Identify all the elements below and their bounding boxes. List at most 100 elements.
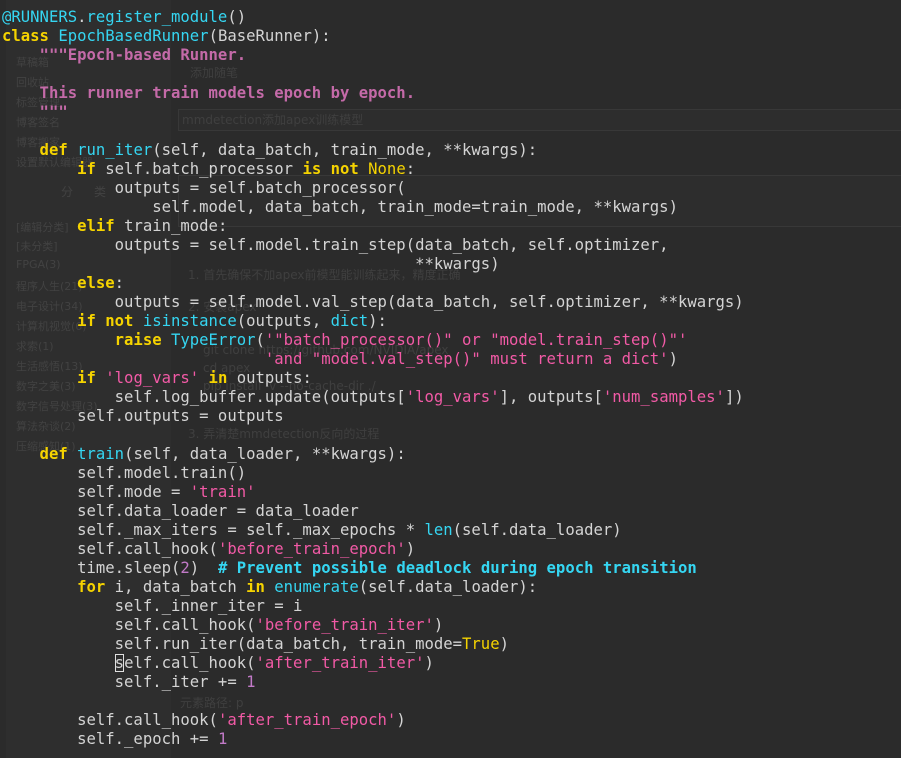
code-token: (BaseRunner): [208, 27, 331, 45]
code-token: (self, data_loader, **kwargs): [124, 445, 406, 463]
code-token: ) [405, 540, 416, 558]
code-line[interactable]: @RUNNERS.register_module() [2, 8, 744, 27]
code-token: self.call_hook( [2, 616, 256, 634]
code-token: self._iter += [2, 673, 247, 691]
code-line[interactable] [2, 122, 744, 141]
code-token: self.mode = [2, 483, 190, 501]
code-token: 'train' [189, 483, 256, 501]
code-token: @ [2, 8, 12, 26]
code-line[interactable] [2, 692, 744, 711]
code-token: for [2, 578, 115, 596]
code-line[interactable]: """Epoch-based Runner. [2, 46, 744, 65]
code-token: **kwargs) [2, 255, 500, 273]
code-line[interactable]: def train(self, data_loader, **kwargs): [2, 445, 744, 464]
code-line[interactable]: **kwargs) [2, 255, 744, 274]
code-token: ]) [724, 388, 744, 406]
code-line[interactable]: self._max_iters = self._max_epochs * len… [2, 521, 744, 540]
code-token: ], outputs[ [499, 388, 603, 406]
code-token: () [227, 8, 247, 26]
code-line[interactable]: 'and "model.val_step()" must return a di… [2, 350, 744, 369]
code-line[interactable]: time.sleep(2) # Prevent possible deadloc… [2, 559, 744, 578]
code-token: self._epoch += [2, 730, 218, 748]
code-line[interactable]: for i, data_batch in enumerate(self.data… [2, 578, 744, 597]
code-line[interactable]: if not isinstance(outputs, dict): [2, 312, 744, 331]
code-token: outputs = self.model.train_step(data_bat… [2, 236, 669, 254]
code-token: if not [2, 312, 143, 330]
code-token: True [462, 635, 500, 653]
code-token: self.log_buffer.update(outputs[ [2, 388, 406, 406]
code-token: is not [302, 160, 369, 178]
code-token: dict [330, 312, 369, 330]
code-token: EpochBasedRunner [58, 27, 209, 45]
code-token: None [368, 160, 406, 178]
code-line[interactable]: This runner train models epoch by epoch. [2, 84, 744, 103]
code-token: # Prevent possible deadlock during epoch… [217, 559, 697, 577]
text-cursor: s [114, 654, 125, 672]
code-token: in [199, 369, 237, 387]
code-line[interactable]: self._iter += 1 [2, 673, 744, 692]
code-token: def [2, 445, 78, 463]
code-token: if [2, 160, 106, 178]
code-line[interactable]: if 'log_vars' in outputs: [2, 369, 744, 388]
code-line[interactable]: self.mode = 'train' [2, 483, 744, 502]
code-line[interactable]: outputs = self.model.val_step(data_batch… [2, 293, 744, 312]
code-line[interactable]: else: [2, 274, 744, 293]
code-line[interactable]: self.call_hook('before_train_iter') [2, 616, 744, 635]
code-token: outputs = self.batch_processor( [2, 179, 406, 197]
code-line[interactable]: raise TypeError('"batch_processor()" or … [2, 331, 744, 350]
code-token: class [2, 27, 59, 45]
code-token: in [246, 578, 275, 596]
code-token: 'after_train_epoch' [217, 711, 397, 729]
code-token: """ [2, 103, 68, 121]
code-token: ) [499, 635, 509, 653]
code-token: self.data_loader = data_loader [2, 502, 359, 520]
code-token: This runner train models epoch by epoch. [2, 84, 416, 102]
code-token: : [114, 274, 125, 292]
code-token: 'num_samples' [602, 388, 725, 406]
code-line[interactable]: elif train_mode: [2, 217, 744, 236]
code-line[interactable]: def run_iter(self, data_batch, train_mod… [2, 141, 744, 160]
code-editor[interactable]: 草稿箱 回收站 标签管理 博客签名 博客搬家 设置默认编辑器 分 类 [编辑分类… [0, 0, 901, 758]
code-token: self.run_iter(data_batch, train_mode= [2, 635, 463, 653]
code-line[interactable]: self.data_loader = data_loader [2, 502, 744, 521]
code-token: else [2, 274, 115, 292]
code-line[interactable]: self.call_hook('before_train_epoch') [2, 540, 744, 559]
code-token: self.outputs = outputs [2, 407, 284, 425]
code-token: 1 [246, 673, 256, 691]
code-token: TypeError [171, 331, 256, 349]
code-line[interactable]: class EpochBasedRunner(BaseRunner): [2, 27, 744, 46]
code-token: run_iter [77, 141, 153, 159]
code-token: 'before_train_epoch' [217, 540, 406, 558]
code-token: self._inner_iter = i [2, 597, 303, 615]
code-line[interactable]: outputs = self.model.train_step(data_bat… [2, 236, 744, 255]
code-token: 'before_train_iter' [255, 616, 434, 634]
code-line[interactable]: self.call_hook('after_train_iter') [2, 654, 744, 673]
code-line[interactable]: outputs = self.batch_processor( [2, 179, 744, 198]
code-token: ( [255, 331, 265, 349]
code-line[interactable]: self._epoch += 1 [2, 730, 744, 749]
code-token: train [77, 445, 125, 463]
code-token: 2 [180, 559, 190, 577]
code-line[interactable]: self.model, data_batch, train_mode=train… [2, 198, 744, 217]
code-line[interactable]: if self.batch_processor is not None: [2, 160, 744, 179]
code-token: 1 [217, 730, 228, 748]
python-source-code[interactable]: @RUNNERS.register_module() class EpochBas… [2, 8, 744, 749]
code-line[interactable]: self.run_iter(data_batch, train_mode=Tru… [2, 635, 744, 654]
code-line[interactable]: self.call_hook('after_train_epoch') [2, 711, 744, 730]
code-line[interactable]: self.outputs = outputs [2, 407, 744, 426]
code-token: outputs: [236, 369, 312, 387]
code-token: '"batch_processor()" or "model.train_ste… [264, 331, 688, 349]
code-token: RUNNERS [11, 8, 78, 26]
code-line[interactable]: """ [2, 103, 744, 122]
code-token: train_mode: [124, 217, 228, 235]
code-token: """Epoch-based Runner. [2, 46, 247, 64]
code-line[interactable] [2, 65, 744, 84]
code-line[interactable]: self.log_buffer.update(outputs['log_vars… [2, 388, 744, 407]
code-token: self.call_hook( [2, 540, 218, 558]
code-line[interactable]: self._inner_iter = i [2, 597, 744, 616]
code-token: (self.data_loader) [452, 521, 622, 539]
code-token: 'log_vars' [105, 369, 200, 387]
code-line[interactable] [2, 426, 744, 445]
code-line[interactable]: self.model.train() [2, 464, 744, 483]
